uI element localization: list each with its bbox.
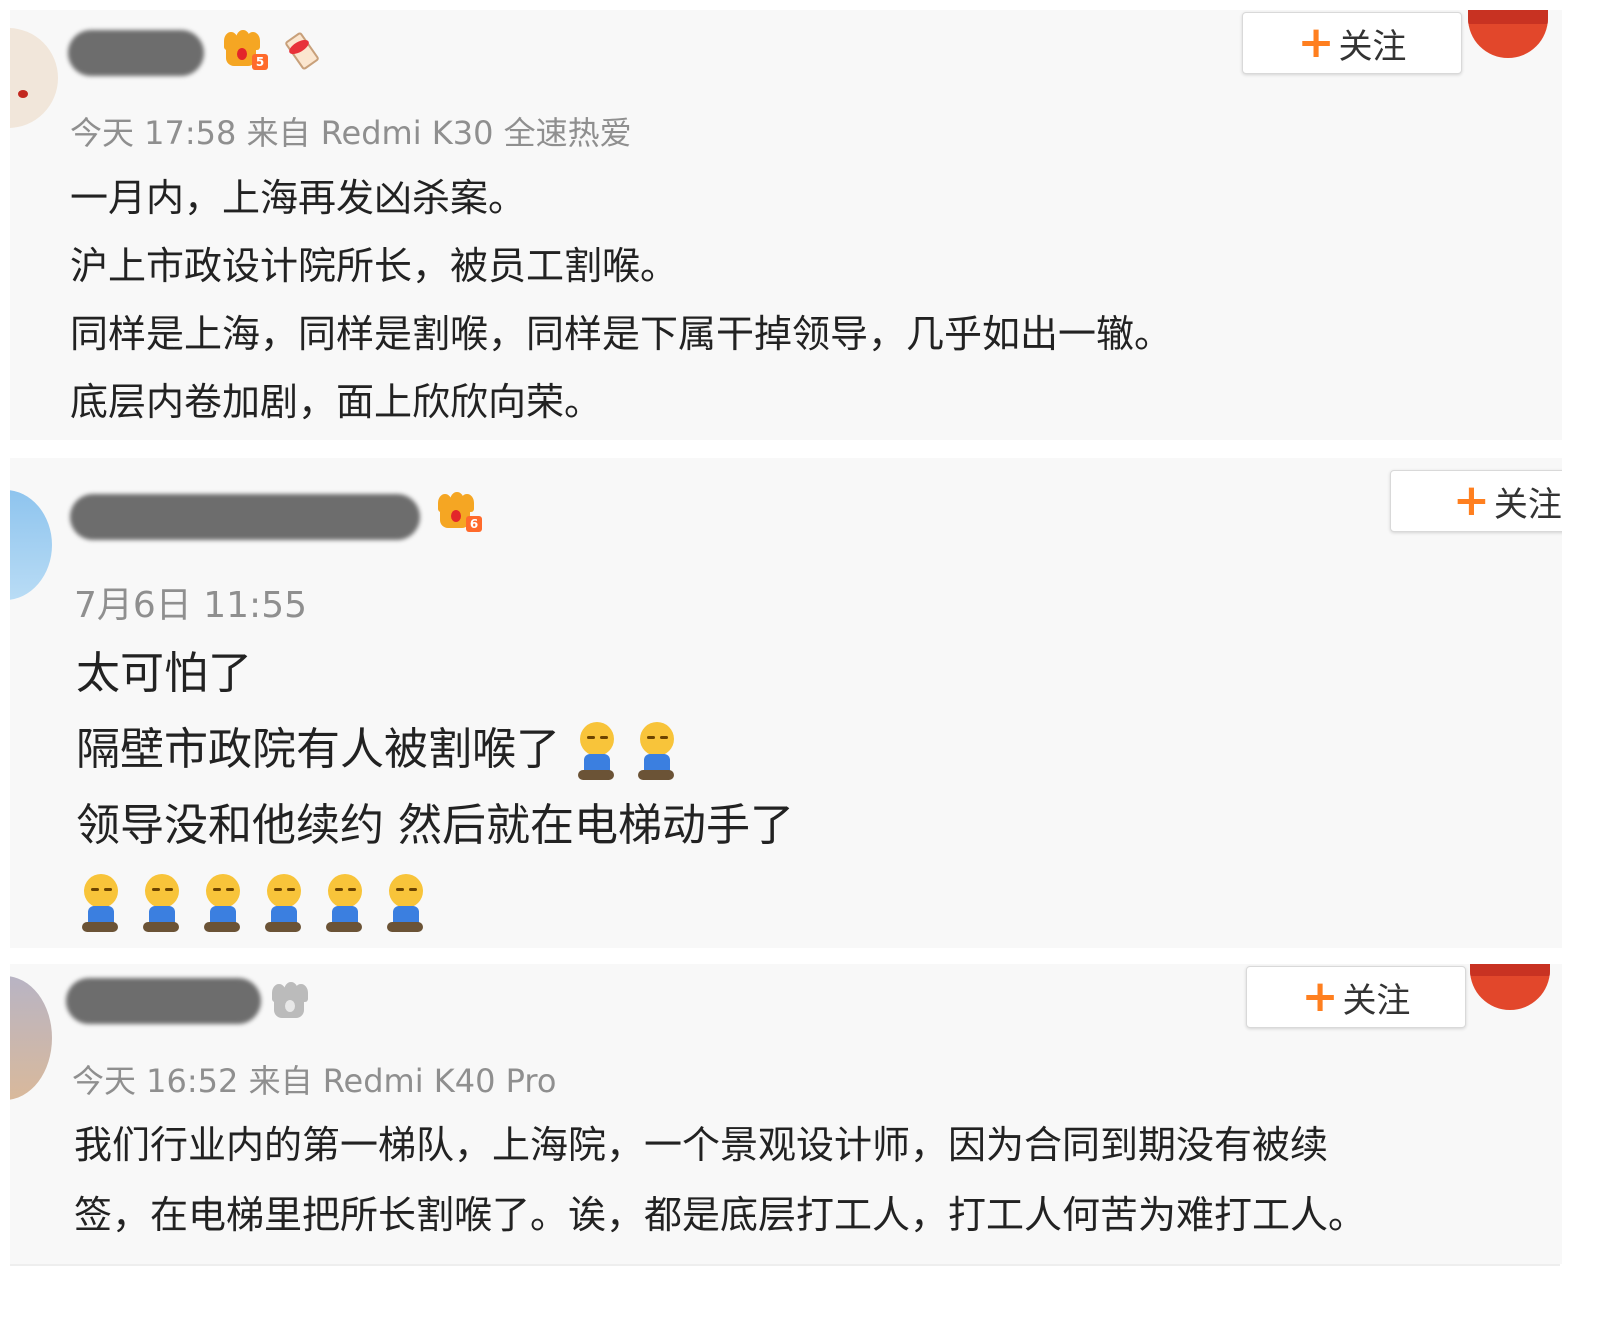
vip-crown-gray-icon bbox=[268, 982, 314, 1022]
doge-sitting-emoji-icon bbox=[572, 722, 620, 782]
vip-level: 5 bbox=[252, 54, 268, 70]
divider bbox=[10, 1264, 1560, 1266]
doge-sitting-emoji-icon bbox=[137, 874, 185, 934]
follow-button[interactable]: + 关注 bbox=[1242, 12, 1462, 74]
vip-level: 6 bbox=[466, 516, 482, 532]
follow-button[interactable]: + 关注 bbox=[1390, 470, 1562, 532]
doge-sitting-emoji-icon bbox=[198, 874, 246, 934]
doge-sitting-emoji-icon bbox=[381, 874, 429, 934]
doge-sitting-emoji-icon bbox=[320, 874, 368, 934]
emoji-row bbox=[76, 864, 794, 940]
avatar[interactable] bbox=[10, 28, 58, 128]
plus-icon: + bbox=[1297, 17, 1335, 68]
avatar[interactable] bbox=[10, 976, 52, 1100]
post-content: 太可怕了 隔壁市政院有人被割喉了 领导没和他续约 然后就在电梯动手了 bbox=[76, 636, 794, 940]
post-meta: 今天 16:52 来自 Redmi K40 Pro bbox=[72, 1062, 557, 1100]
certificate-scroll-icon bbox=[282, 28, 322, 74]
content-line: 签，在电梯里把所长割喉了。诶，都是底层打工人，打工人何苦为难打工人。 bbox=[74, 1193, 1367, 1237]
event-badge-icon bbox=[1468, 10, 1548, 58]
event-badge-icon bbox=[1470, 964, 1550, 1010]
follow-label: 关注 bbox=[1338, 26, 1407, 67]
content-line: 沪上市政设计院所长，被员工割喉。 bbox=[70, 244, 679, 288]
content-line-with-emoji: 隔壁市政院有人被割喉了 bbox=[76, 712, 794, 788]
post-content: 我们行业内的第一梯队，上海院，一个景观设计师，因为合同到期没有被续 签，在电梯里… bbox=[74, 1110, 1366, 1250]
content-line: 领导没和他续约 然后就在电梯动手了 bbox=[76, 800, 794, 851]
doge-sitting-emoji-icon bbox=[632, 722, 680, 782]
vip-crown-icon: 6 bbox=[434, 492, 482, 532]
content-text: 隔壁市政院有人被割喉了 bbox=[76, 724, 560, 775]
username-redacted[interactable] bbox=[70, 494, 420, 540]
post-meta: 7月6日 11:55 bbox=[74, 585, 307, 626]
avatar[interactable] bbox=[10, 490, 52, 600]
comment-card: 6 + 关注 7月6日 11:55 太可怕了 隔壁市政院有人被割喉了 领导没和他… bbox=[10, 458, 1562, 948]
username-redacted[interactable] bbox=[68, 30, 204, 76]
content-line: 一月内，上海再发凶杀案。 bbox=[70, 176, 527, 220]
content-line: 同样是上海，同样是割喉，同样是下属干掉领导，几乎如出一辙。 bbox=[70, 312, 1173, 356]
content-line: 太可怕了 bbox=[76, 648, 252, 699]
post-content: 一月内，上海再发凶杀案。 沪上市政设计院所长，被员工割喉。 同样是上海，同样是割… bbox=[70, 164, 1172, 436]
follow-label: 关注 bbox=[1493, 484, 1562, 525]
plus-icon: + bbox=[1301, 971, 1339, 1022]
doge-sitting-emoji-icon bbox=[259, 874, 307, 934]
post-meta: 今天 17:58 来自 Redmi K30 全速热爱 bbox=[70, 114, 632, 152]
content-line: 底层内卷加剧，面上欣欣向荣。 bbox=[70, 380, 603, 424]
plus-icon: + bbox=[1453, 475, 1490, 526]
doge-sitting-emoji-icon bbox=[76, 874, 124, 934]
follow-button[interactable]: + 关注 bbox=[1246, 966, 1466, 1028]
follow-label: 关注 bbox=[1342, 980, 1411, 1021]
content-line: 我们行业内的第一梯队，上海院，一个景观设计师，因为合同到期没有被续 bbox=[74, 1123, 1329, 1167]
comment-card: 5 + 关注 今天 17:58 来自 Redmi K30 全速热爱 一月内，上海… bbox=[10, 10, 1562, 440]
vip-crown-icon: 5 bbox=[220, 30, 268, 70]
comment-card: + 关注 今天 16:52 来自 Redmi K40 Pro 我们行业内的第一梯… bbox=[10, 964, 1562, 1264]
username-redacted[interactable] bbox=[66, 978, 261, 1024]
